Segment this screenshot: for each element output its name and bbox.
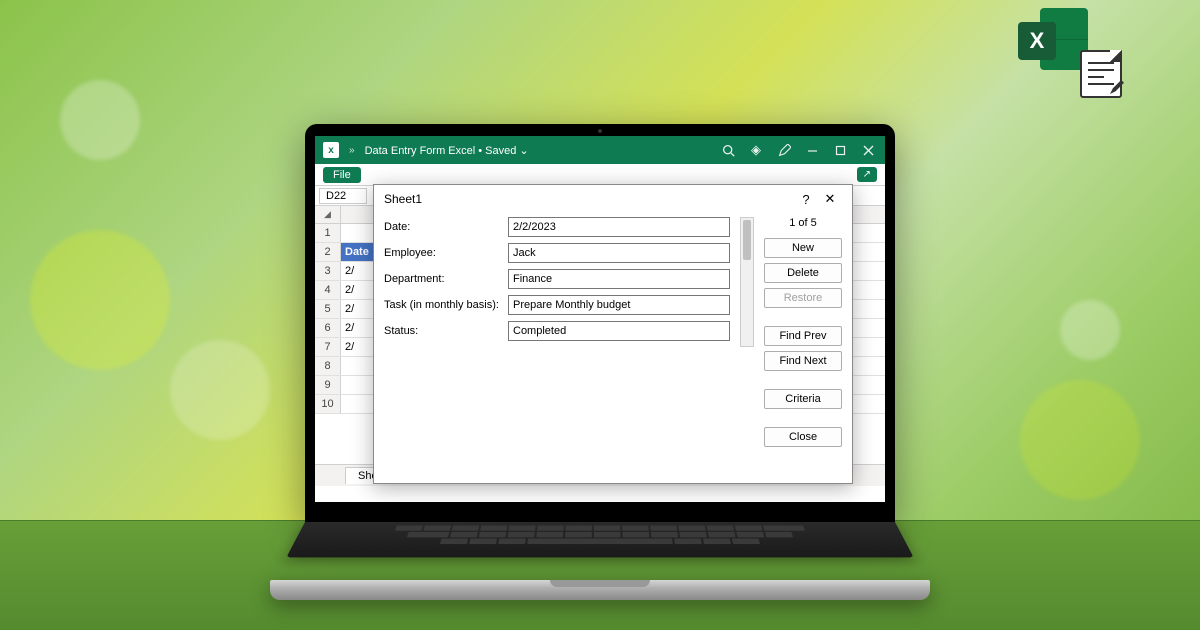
- row-header[interactable]: 7: [315, 338, 341, 356]
- field-input[interactable]: [508, 321, 730, 341]
- field-input[interactable]: [508, 243, 730, 263]
- close-button[interactable]: Close: [764, 427, 842, 447]
- row-header[interactable]: 9: [315, 376, 341, 394]
- dialog-scrollbar[interactable]: [740, 217, 754, 347]
- delete-button[interactable]: Delete: [764, 263, 842, 283]
- dialog-title: Sheet1: [384, 192, 794, 206]
- data-form-dialog: Sheet1 ? ✕ Date: Employee: Department: Task…: [373, 184, 853, 484]
- dialog-close-button[interactable]: ✕: [818, 191, 842, 207]
- select-all-corner[interactable]: ◢: [315, 206, 341, 223]
- dialog-help-button[interactable]: ?: [794, 192, 818, 207]
- field-input[interactable]: [508, 269, 730, 289]
- find-prev-button[interactable]: Find Prev: [764, 326, 842, 346]
- new-button[interactable]: New: [764, 238, 842, 258]
- pen-icon[interactable]: [775, 141, 793, 159]
- row-header[interactable]: 3: [315, 262, 341, 280]
- record-counter: 1 of 5: [764, 217, 842, 229]
- maximize-icon[interactable]: [831, 141, 849, 159]
- restore-button[interactable]: Restore: [764, 288, 842, 308]
- close-icon[interactable]: [859, 141, 877, 159]
- field-label: Date:: [384, 221, 502, 233]
- qat-overflow[interactable]: »: [349, 145, 355, 156]
- excel-window: x » Data Entry Form Excel • Saved ⌄ ◈: [315, 136, 885, 502]
- app-icon: x: [323, 142, 339, 158]
- field-label: Employee:: [384, 247, 502, 259]
- laptop: x » Data Entry Form Excel • Saved ⌄ ◈: [270, 124, 930, 600]
- diamond-icon[interactable]: ◈: [747, 141, 765, 159]
- field-input[interactable]: [508, 295, 730, 315]
- row-header[interactable]: 8: [315, 357, 341, 375]
- field-label: Department:: [384, 273, 502, 285]
- form-field-row: Department:: [384, 269, 730, 289]
- field-label: Task (in monthly basis):: [384, 299, 502, 311]
- form-field-row: Task (in monthly basis):: [384, 295, 730, 315]
- row-header[interactable]: 6: [315, 319, 341, 337]
- excel-logo: X: [1018, 8, 1088, 78]
- criteria-button[interactable]: Criteria: [764, 389, 842, 409]
- minimize-icon[interactable]: [803, 141, 821, 159]
- row-header[interactable]: 10: [315, 395, 341, 413]
- window-title: Data Entry Form Excel • Saved ⌄: [365, 144, 529, 157]
- form-field-row: Employee:: [384, 243, 730, 263]
- row-header[interactable]: 1: [315, 224, 341, 242]
- field-label: Status:: [384, 325, 502, 337]
- name-box[interactable]: D22: [319, 188, 367, 204]
- share-button[interactable]: ↗: [857, 167, 877, 182]
- find-next-button[interactable]: Find Next: [764, 351, 842, 371]
- field-input[interactable]: [508, 217, 730, 237]
- titlebar: x » Data Entry Form Excel • Saved ⌄ ◈: [315, 136, 885, 164]
- laptop-keyboard: [286, 522, 913, 557]
- form-field-row: Date:: [384, 217, 730, 237]
- row-header[interactable]: 4: [315, 281, 341, 299]
- menubar: File ↗: [315, 164, 885, 186]
- laptop-base: [270, 580, 930, 600]
- form-field-row: Status:: [384, 321, 730, 341]
- file-tab[interactable]: File: [323, 167, 361, 183]
- row-header[interactable]: 2: [315, 243, 341, 261]
- row-header[interactable]: 5: [315, 300, 341, 318]
- search-icon[interactable]: [719, 141, 737, 159]
- form-icon: [1080, 50, 1122, 98]
